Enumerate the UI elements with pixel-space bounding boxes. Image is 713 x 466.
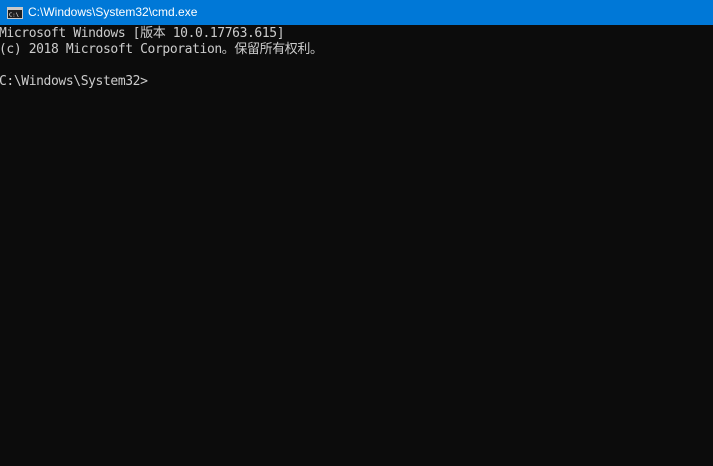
console-line-copyright: (c) 2018 Microsoft Corporation。保留所有权利。 xyxy=(0,42,323,57)
cmd-window: C:\ C:\Windows\System32\cmd.exe Microsof… xyxy=(0,0,713,466)
prompt-line[interactable]: C:\Windows\System32> xyxy=(0,74,713,90)
console-line-blank xyxy=(0,58,713,74)
svg-text:C:\: C:\ xyxy=(9,12,19,18)
cmd-icon: C:\ xyxy=(7,6,23,19)
window-title: C:\Windows\System32\cmd.exe xyxy=(28,5,198,19)
title-bar[interactable]: C:\ C:\Windows\System32\cmd.exe xyxy=(0,0,713,25)
command-input[interactable] xyxy=(148,74,152,90)
console-line-version: Microsoft Windows [版本 10.0.17763.615] xyxy=(0,26,285,41)
console-output[interactable]: Microsoft Windows [版本 10.0.17763.615] (c… xyxy=(0,26,713,466)
command-prompt: C:\Windows\System32> xyxy=(0,74,148,89)
